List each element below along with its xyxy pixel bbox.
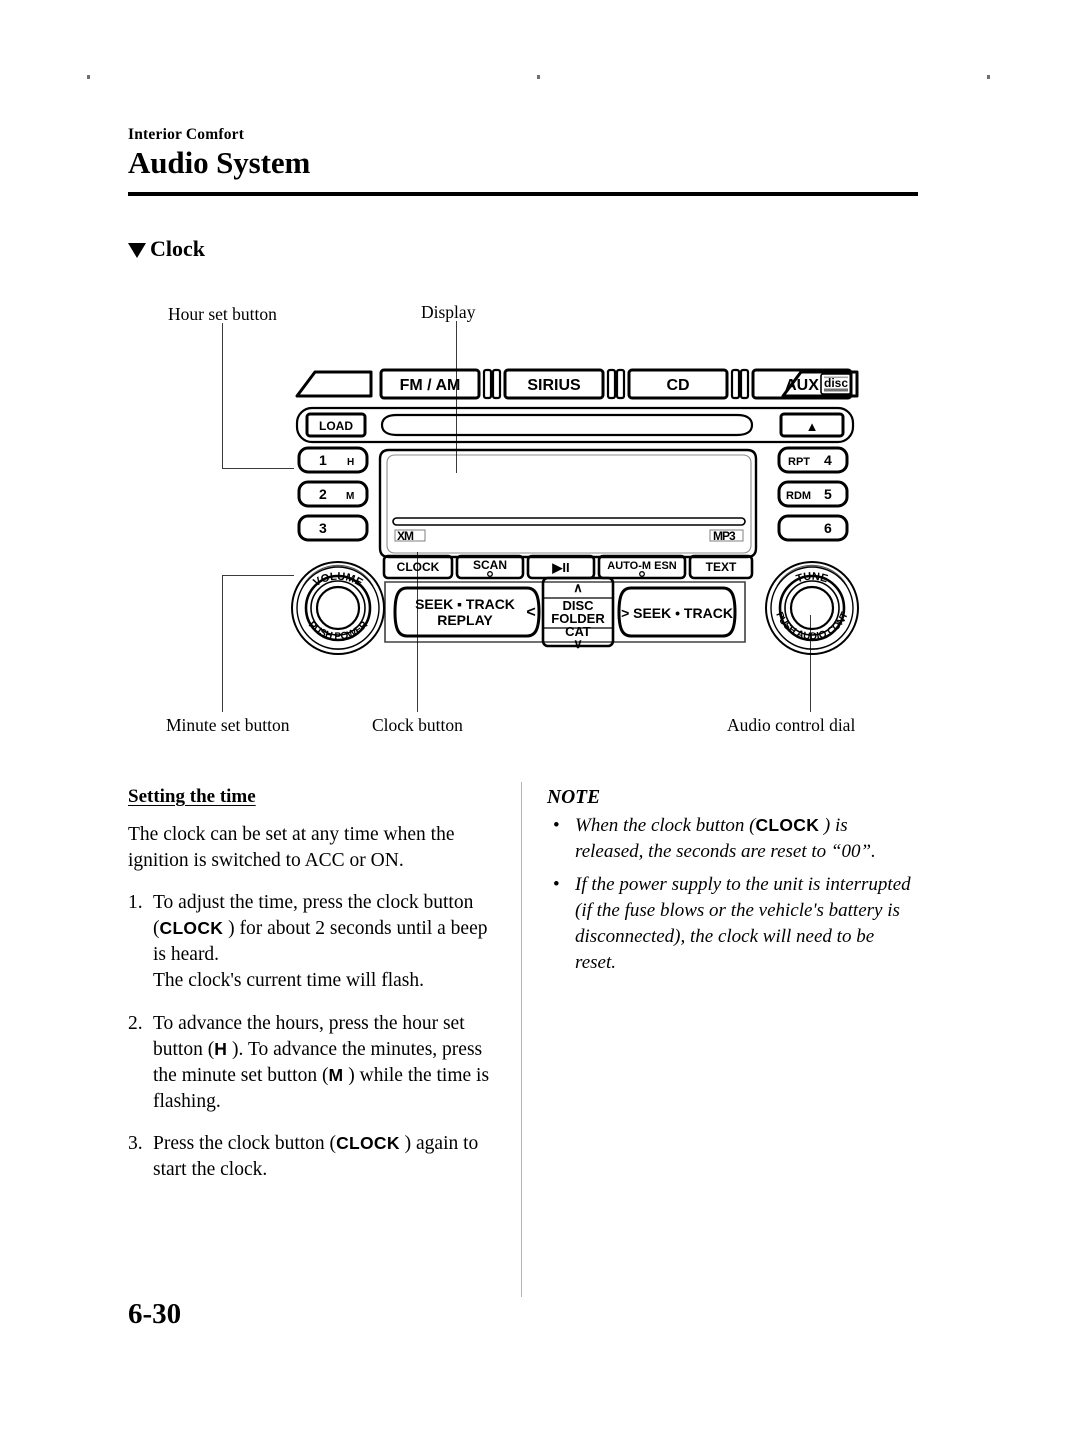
step-3-clock-token: CLOCK [336, 1133, 400, 1154]
source-button-aux-label: AUX [785, 377, 819, 394]
preset-4-label: RPT [788, 456, 810, 468]
chevron-up-icon: ∧ [573, 580, 583, 595]
bullet-icon: • [553, 815, 560, 837]
preset-4-number: 4 [824, 452, 832, 468]
step-2: 2. To advance the hours, press the hour … [128, 1011, 496, 1116]
preset-2-button [297, 480, 369, 508]
crop-mark [87, 75, 90, 79]
section-heading-label: Clock [150, 236, 205, 261]
step-1-body: To adjust the time, press the clock butt… [153, 890, 496, 995]
mp3-logo-icon: MP3 [709, 529, 744, 543]
preset-5-label: RDM [786, 490, 811, 502]
head-unit-illustration: disc FM / AM SIRIUS CD AUX LOAD ▲ XM MP3… [285, 360, 865, 690]
page-header: Interior Comfort Audio System [128, 126, 918, 182]
tune-knob-bottom-label: PUSH AUDIO CONT [773, 611, 850, 643]
play-pause-icon: ▶II [551, 560, 569, 575]
leader-line-minute [222, 575, 223, 712]
column-divider [521, 782, 522, 1297]
chevron-down-icon: ∨ [573, 636, 583, 651]
preset-3-number: 3 [319, 520, 327, 536]
scan-indicator-icon [487, 571, 493, 577]
note-item-text: If the power supply to the unit is inter… [575, 874, 911, 973]
preset-6-button [777, 514, 849, 542]
note-item-text: When the clock button (CLOCK ) is releas… [575, 813, 919, 865]
preset-6-number: 6 [824, 520, 832, 536]
callout-hour-set-button: Hour set button [168, 304, 277, 324]
svg-text:PUSH POWER: PUSH POWER [306, 619, 371, 642]
step-1-text-part3: The clock's current time will flash. [153, 970, 425, 992]
svg-text:TUNE: TUNE [795, 571, 830, 586]
step-1-clock-token: CLOCK [159, 918, 224, 939]
step-1-number: 1. [128, 892, 143, 914]
seek-left-arrow-icon: < [526, 604, 535, 621]
step-2-hour-token: H [214, 1038, 228, 1059]
note-list: • When the clock button (CLOCK ) is rele… [547, 813, 919, 975]
bullet-icon: • [553, 874, 560, 896]
left-column: Setting the time The clock can be set at… [128, 786, 496, 1199]
leader-line-hour [222, 323, 223, 468]
callout-display: Display [421, 302, 476, 322]
section-eyebrow: Interior Comfort [128, 126, 245, 143]
leader-line-minute [222, 575, 294, 576]
seek-track-replay-line2: REPLAY [437, 612, 493, 628]
triangle-down-icon [128, 242, 146, 258]
setting-the-time-heading: Setting the time [128, 786, 256, 807]
esn-indicator-icon [639, 571, 645, 577]
leader-line-hour [222, 468, 294, 469]
preset-5-number: 5 [824, 486, 832, 502]
callout-clock-button: Clock button [372, 715, 463, 735]
clock-button-label: CLOCK [397, 560, 440, 574]
intro-paragraph: The clock can be set at any time when th… [128, 823, 455, 871]
step-2-minute-token: M [328, 1064, 344, 1085]
step-3-number: 3. [128, 1133, 143, 1155]
source-button-fm-am-label: FM / AM [400, 377, 461, 394]
title-rule [128, 192, 918, 196]
text-button-label: TEXT [706, 560, 737, 574]
step-3-body: Press the clock button (CLOCK ) again to… [153, 1131, 496, 1183]
xm-logo-icon: XM [394, 529, 426, 543]
eject-button-icon: ▲ [806, 419, 819, 434]
preset-1-sub: H [347, 457, 354, 468]
tune-knob-top-label: TUNE [795, 571, 830, 586]
callout-minute-set-button: Minute set button [166, 715, 290, 735]
source-button-cd-label: CD [666, 377, 689, 394]
auto-m-esn-label: AUTO-M ESN [607, 560, 677, 572]
preset-2-number: 2 [319, 486, 327, 502]
crop-mark [537, 75, 540, 79]
page-number: 6-30 [128, 1298, 182, 1330]
note-1-clock-token: CLOCK [755, 815, 820, 836]
note-item: • If the power supply to the unit is int… [547, 872, 919, 975]
note-heading: NOTE [547, 787, 601, 808]
section-heading: Clock [128, 238, 205, 260]
step-3: 3. Press the clock button (CLOCK ) again… [128, 1131, 496, 1183]
preset-1-number: 1 [319, 452, 327, 468]
head-unit-figure: Hour set button Display Minute set butto… [0, 290, 1080, 750]
note-1-part1: When the clock button ( [575, 815, 756, 837]
scan-button-label: SCAN [473, 558, 507, 572]
step-3-text-part1: Press the clock button ( [153, 1133, 337, 1155]
preset-3-button [297, 514, 369, 542]
preset-1-button [297, 446, 369, 474]
page-title: Audio System [128, 145, 311, 181]
note-item: • When the clock button (CLOCK ) is rele… [547, 813, 919, 865]
right-column: NOTE • When the clock button (CLOCK ) is… [547, 786, 919, 982]
preset-2-sub: M [346, 491, 354, 502]
step-2-number: 2. [128, 1012, 143, 1034]
step-1: 1. To adjust the time, press the clock b… [128, 890, 496, 995]
source-button-sirius-label: SIRIUS [527, 377, 581, 394]
svg-text:PUSH AUDIO CONT: PUSH AUDIO CONT [773, 611, 850, 643]
crop-mark [987, 75, 990, 79]
seek-track-replay-line1: SEEK ▪ TRACK [415, 596, 515, 612]
callout-audio-control-dial: Audio control dial [727, 715, 856, 735]
seek-track-label: > SEEK • TRACK [621, 605, 733, 621]
disc-logo-icon: disc [824, 376, 848, 390]
step-2-body: To advance the hours, press the hour set… [153, 1011, 496, 1116]
volume-knob-bottom-label: PUSH POWER [306, 619, 371, 642]
load-button-label: LOAD [319, 419, 353, 433]
